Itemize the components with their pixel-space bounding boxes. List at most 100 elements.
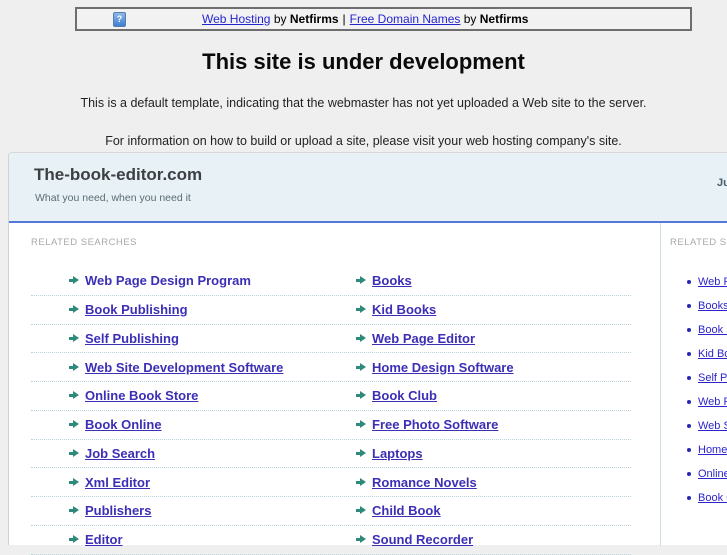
related-search-cell: Publishers — [31, 503, 318, 518]
sidebar-search-item: Web Page Editor — [661, 390, 727, 414]
related-search-cell: Job Search — [31, 446, 318, 461]
related-search-list: Web Page Design Program Books Book Publi… — [31, 267, 631, 555]
related-search-row: Online Book Store Book Club — [31, 382, 631, 411]
sidebar-search-link[interactable]: Book Club — [698, 492, 727, 504]
sidebar-search-item: Web Page Design Program — [661, 270, 727, 294]
brand-name: Netfirms — [479, 12, 529, 26]
bullet-icon — [687, 400, 691, 404]
related-search-link[interactable]: Web Site Development Software — [85, 360, 283, 375]
sidebar-search-item: Web Site Development Software — [661, 414, 727, 438]
related-search-cell: Free Photo Software — [318, 417, 631, 432]
arrow-right-icon — [69, 420, 79, 429]
free-domain-names-link[interactable]: Free Domain Names — [350, 12, 461, 26]
related-search-row: Web Page Design Program Books — [31, 267, 631, 296]
by-text: by — [463, 12, 477, 26]
related-search-row: Book Publishing Kid Books — [31, 296, 631, 325]
parked-content-panel: The-book-editor.com What you need, when … — [8, 152, 727, 555]
bullet-icon — [687, 424, 691, 428]
broken-image-icon: ? — [113, 11, 126, 27]
related-search-cell: Laptops — [318, 446, 631, 461]
bullet-icon — [687, 304, 691, 308]
sidebar-search-link[interactable]: Web Page Design Program — [698, 276, 727, 288]
hosting-info-text: For information on how to build or uploa… — [105, 134, 622, 148]
related-search-row: Job Search Laptops — [31, 440, 631, 469]
arrow-right-icon — [69, 362, 79, 372]
related-search-link[interactable]: Book Publishing — [85, 302, 188, 317]
related-search-cell: Self Publishing — [31, 331, 318, 346]
related-search-cell: Web Site Development Software — [31, 360, 318, 375]
related-search-link[interactable]: Publishers — [85, 503, 151, 518]
related-search-link[interactable]: Book Club — [372, 388, 437, 403]
sidebar-search-item: Books — [661, 294, 727, 318]
sidebar-search-item: Online Book Store — [661, 462, 727, 486]
sidebar-search-link[interactable]: Online Book Store — [698, 468, 727, 480]
arrow-right-icon — [69, 448, 79, 458]
domain-title: The-book-editor.com — [34, 165, 203, 184]
related-search-cell: Xml Editor — [31, 475, 318, 490]
bullet-icon — [687, 328, 691, 332]
sidebar-search-link[interactable]: Books — [698, 300, 727, 312]
header-note-clipped: Ju — [717, 177, 727, 189]
default-template-text: This is a default template, indicating t… — [80, 96, 647, 110]
arrow-right-icon — [356, 448, 366, 458]
related-search-link[interactable]: Web Page Design Program — [85, 273, 251, 288]
sidebar-search-list: Web Page Design Program Books Book Publi… — [661, 270, 727, 510]
sidebar-search-link[interactable]: Home Design Software — [698, 444, 727, 456]
arrow-right-icon — [356, 333, 366, 343]
sidebar-search-link[interactable]: Self Publishing — [698, 372, 727, 384]
related-search-row: Web Site Development Software Home Desig… — [31, 353, 631, 382]
parked-domain-page: { "topbar": { "link1": "Web Hosting", "b… — [0, 0, 727, 555]
related-search-link[interactable]: Job Search — [85, 446, 155, 461]
related-search-cell: Book Online — [31, 417, 318, 432]
sidebar-search-link[interactable]: Book Publishing — [698, 324, 727, 336]
related-searches-label: RELATED SEARCHES — [31, 237, 138, 248]
hosting-banner: ? Web Hosting by Netfirms | Free Domain Na… — [75, 7, 692, 31]
sidebar-search-item: Self Publishing — [661, 366, 727, 390]
arrow-right-icon — [69, 333, 79, 343]
bullet-icon — [687, 472, 691, 476]
related-search-link[interactable]: Free Photo Software — [372, 417, 498, 432]
arrow-right-icon — [356, 305, 366, 314]
related-search-cell: Web Page Design Program — [31, 273, 318, 288]
sidebar-search-item: Book Publishing — [661, 318, 727, 342]
related-search-link[interactable]: Romance Novels — [372, 475, 477, 490]
sidebar-search-link[interactable]: Web Site Development Software — [698, 420, 727, 432]
bullet-icon — [687, 352, 691, 356]
arrow-right-icon — [356, 420, 366, 429]
related-search-link[interactable]: Online Book Store — [85, 388, 198, 403]
arrow-right-icon — [356, 391, 366, 400]
related-search-link[interactable]: Home Design Software — [372, 360, 514, 375]
related-search-link[interactable]: Child Book — [372, 503, 441, 518]
arrow-right-icon — [69, 506, 79, 515]
related-searches-sidebar: RELATED SEARCHES Web Page Design Program… — [660, 223, 727, 546]
arrow-right-icon — [69, 276, 79, 285]
sidebar-related-searches-label: RELATED SEARCHES — [670, 237, 727, 248]
bullet-icon — [687, 448, 691, 452]
related-search-cell: Book Publishing — [31, 302, 318, 317]
related-search-link[interactable]: Web Page Editor — [372, 331, 475, 346]
related-search-link[interactable]: Books — [372, 273, 412, 288]
related-search-cell: Web Page Editor — [318, 331, 631, 346]
related-search-link[interactable]: Book Online — [85, 417, 162, 432]
related-search-link[interactable]: Kid Books — [372, 302, 436, 317]
related-search-cell: Child Book — [318, 503, 631, 518]
related-search-link[interactable]: Laptops — [372, 446, 423, 461]
panel-header: The-book-editor.com What you need, when … — [9, 153, 727, 223]
sidebar-search-link[interactable]: Web Page Editor — [698, 396, 727, 408]
arrow-right-icon — [356, 477, 366, 487]
sidebar-search-link[interactable]: Kid Books — [698, 348, 727, 360]
related-search-link[interactable]: Xml Editor — [85, 475, 150, 490]
related-search-cell: Book Club — [318, 388, 631, 403]
brand-name: Netfirms — [289, 12, 339, 26]
related-search-row: Book Online Free Photo Software — [31, 411, 631, 440]
related-search-cell: Romance Novels — [318, 475, 631, 490]
sidebar-search-item: Kid Books — [661, 342, 727, 366]
arrow-right-icon — [356, 535, 366, 544]
sidebar-search-item: Book Club — [661, 486, 727, 510]
related-search-row: Editor Sound Recorder — [31, 526, 631, 555]
by-text: by — [273, 12, 287, 26]
page-title: This site is under development — [202, 49, 525, 74]
web-hosting-link[interactable]: Web Hosting — [202, 12, 270, 26]
sidebar-search-item: Home Design Software — [661, 438, 727, 462]
related-search-link[interactable]: Self Publishing — [85, 331, 179, 346]
